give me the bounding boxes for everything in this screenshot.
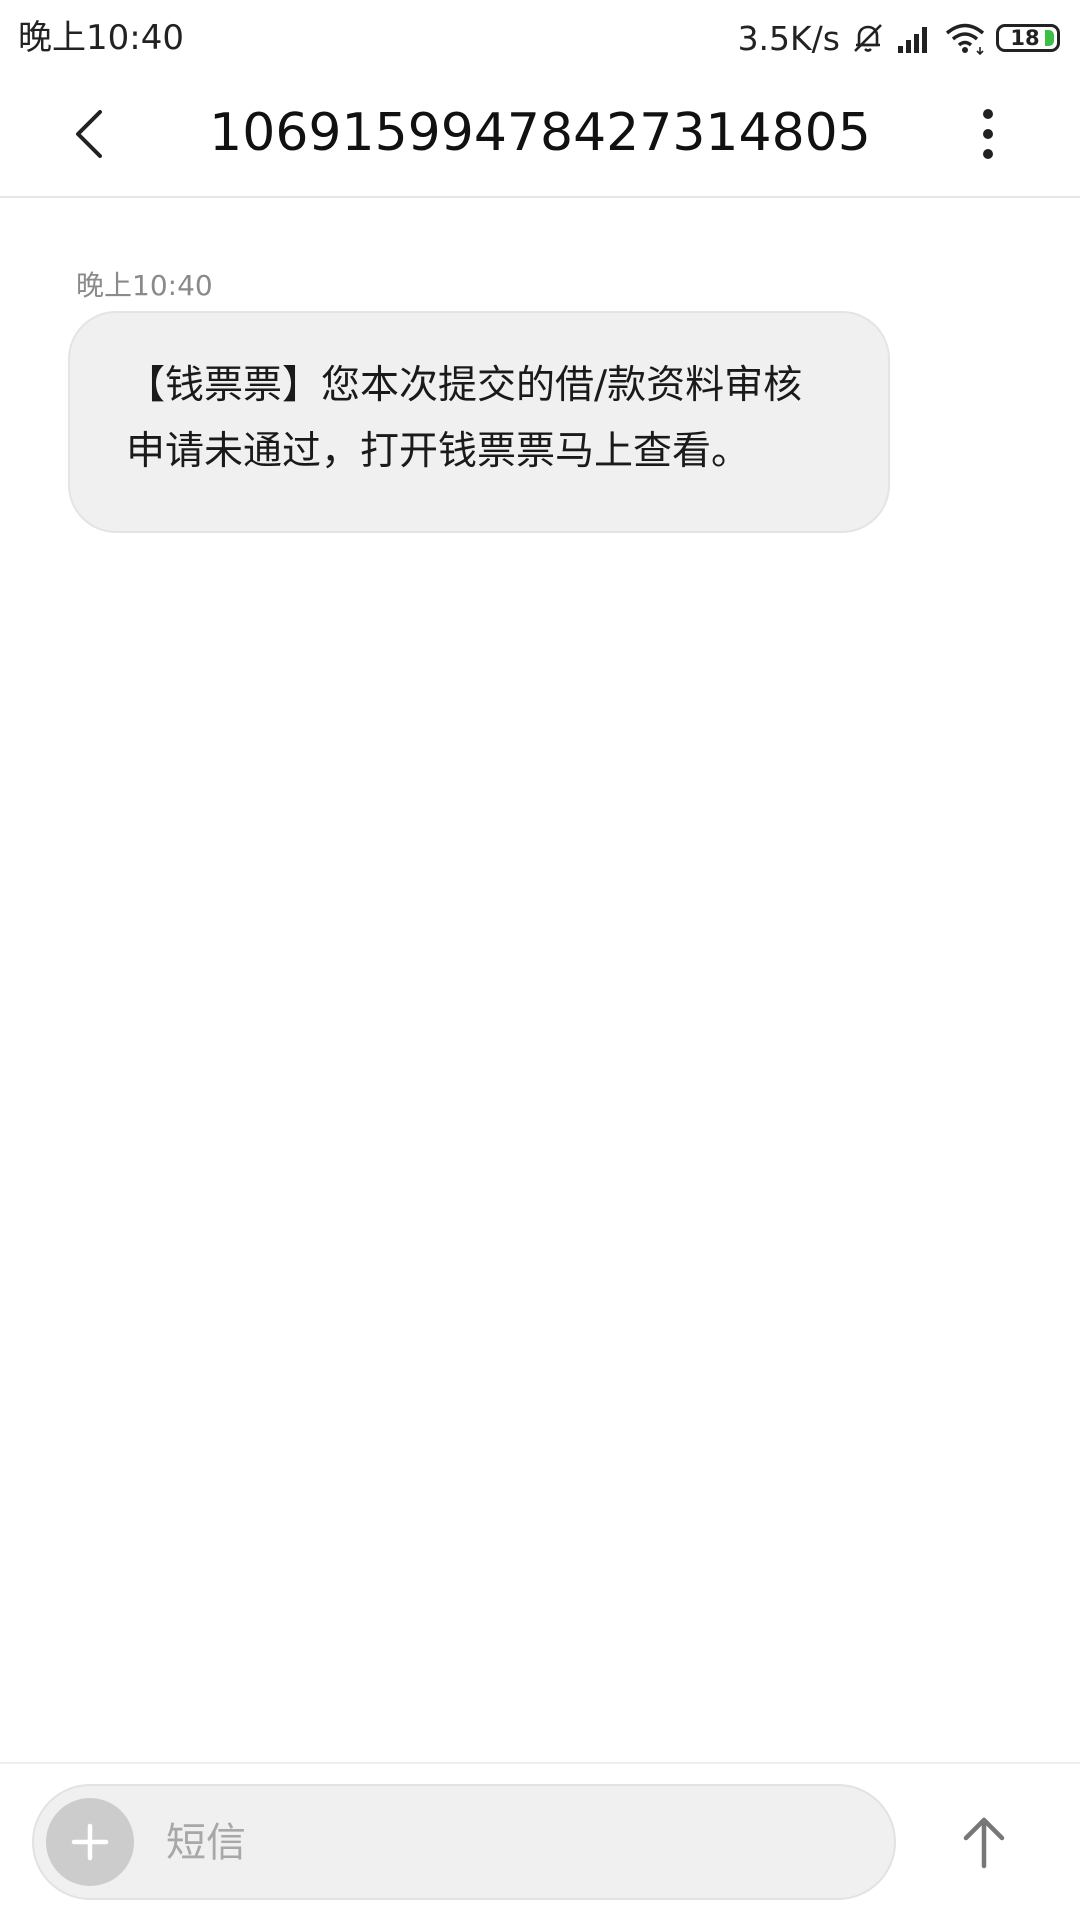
- conversation-title: 1069159947842731480​5: [209, 103, 871, 163]
- status-time: 晚上10:40: [18, 18, 184, 58]
- arrow-up-icon: [963, 1817, 1005, 1869]
- chevron-left-icon: [76, 110, 102, 158]
- message-list[interactable]: 晚上10:40 【钱票票】您本次提交的借/款资料审核申请未通过，打开钱票票马上查…: [0, 198, 1080, 1762]
- compose-bar: [0, 1762, 1080, 1920]
- message-timestamp: 晚上10:40: [76, 269, 213, 302]
- battery-percentage: 18: [1010, 26, 1040, 50]
- plus-icon: [71, 1823, 109, 1861]
- battery-level-fill: [1045, 30, 1054, 46]
- send-button[interactable]: [946, 1804, 1022, 1880]
- mute-bell-icon: [850, 20, 886, 56]
- wifi-icon: [944, 21, 986, 55]
- battery-icon: 18: [996, 24, 1060, 52]
- signal-icon: [896, 22, 934, 54]
- status-indicators: 3.5K/s 18: [738, 14, 1060, 62]
- compose-box: [32, 1784, 896, 1900]
- status-bar: 晚上10:40 3.5K/s 18: [0, 0, 1080, 76]
- more-options-button[interactable]: [956, 102, 1020, 166]
- network-speed: 3.5K/s: [737, 18, 840, 58]
- more-vertical-icon: [983, 109, 993, 159]
- attach-button[interactable]: [46, 1798, 134, 1886]
- message-bubble[interactable]: 【钱票票】您本次提交的借/款资料审核申请未通过，打开钱票票马上查看。: [68, 311, 890, 533]
- conversation-header: 1069159947842731480​5: [0, 76, 1080, 198]
- back-button[interactable]: [58, 102, 122, 166]
- message-input[interactable]: [164, 1806, 868, 1880]
